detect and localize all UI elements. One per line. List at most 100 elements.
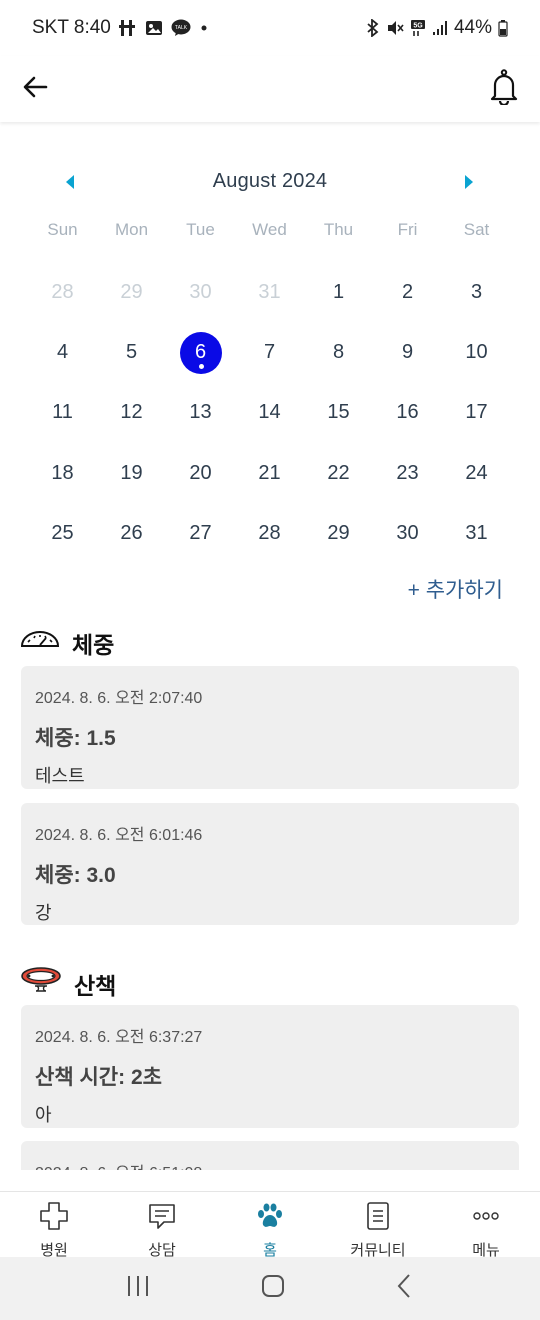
day-number: 30 [189, 281, 211, 304]
walk-title-label: 산책 [74, 973, 117, 999]
prev-month-icon[interactable] [60, 172, 80, 192]
calendar-day-selected[interactable]: 6 [166, 322, 235, 382]
nav-hospital[interactable]: 병원 [0, 1192, 108, 1259]
day-number-text: 23 [396, 461, 419, 484]
day-number-text: 16 [396, 401, 419, 424]
chat-icon [147, 1202, 177, 1234]
calendar-day[interactable]: 18 [28, 443, 97, 503]
weekday-label: Thu [323, 220, 354, 239]
nav-menu[interactable]: 메뉴 [432, 1192, 540, 1259]
walk-record-card[interactable]: 2024. 8. 6. 오전 6:51:08 [21, 1141, 519, 1170]
day-number: 26 [120, 522, 142, 545]
walk-record-card[interactable]: 2024. 8. 6. 오전 6:37:27 산책 시간: 2초 아 [21, 1005, 519, 1128]
calendar-day[interactable]: 14 [235, 383, 304, 443]
battery-percent: 44% [453, 17, 492, 38]
battery-icon [498, 19, 508, 37]
day-number-text: 11 [52, 401, 73, 424]
day-number: 19 [120, 462, 142, 485]
calendar-day[interactable]: 25 [28, 504, 97, 564]
calendar-day[interactable]: 16 [373, 383, 442, 443]
calendar-day[interactable]: 30 [373, 504, 442, 564]
calendar-month-title: August 2024 [212, 169, 328, 192]
day-number: 11 [52, 401, 73, 424]
day-number: 29 [120, 281, 142, 304]
calendar-days-grid: 28 29 30 31 1 2 3 4 5 6 7 8 9 10 11 12 13 14 15 16 17 18 19 20 2… [28, 262, 511, 564]
day-number-text: 2 [401, 280, 414, 303]
calendar-day[interactable]: 26 [97, 504, 166, 564]
weight-record-card[interactable]: 2024. 8. 6. 오전 2:07:40 체중: 1.5 테스트 [21, 666, 519, 789]
main-content[interactable]: August 2024 Sun Mon Tue Wed Thu Fri Sat 28 29 30… [0, 122, 540, 1170]
record-note: 테스트 [35, 766, 85, 786]
calendar-day[interactable]: 24 [442, 443, 511, 503]
calendar-day[interactable]: 3 [442, 262, 511, 322]
weekday-label: Mon [114, 220, 149, 239]
add-record-button[interactable]: + 추가하기 [408, 574, 503, 604]
gallery-notification-icon [145, 19, 163, 37]
day-number: 14 [258, 401, 280, 424]
day-number-text: 15 [327, 401, 350, 424]
weekday-label: Sat [463, 220, 490, 239]
calendar-day[interactable]: 4 [28, 322, 97, 382]
next-month-icon[interactable] [459, 172, 479, 192]
calendar-day[interactable]: 30 [166, 262, 235, 322]
recent-apps-icon[interactable] [125, 1274, 151, 1303]
calendar-day[interactable]: 29 [97, 262, 166, 322]
day-number-text: 6 [194, 341, 207, 364]
calendar-day[interactable]: 20 [166, 443, 235, 503]
calendar-day[interactable]: 1 [304, 262, 373, 322]
nav-consult[interactable]: 상담 [108, 1192, 216, 1259]
calendar-day[interactable]: 27 [166, 504, 235, 564]
day-number: 15 [327, 401, 349, 424]
home-button-icon[interactable] [260, 1273, 286, 1304]
calendar-day[interactable]: 17 [442, 383, 511, 443]
record-note: 아 [35, 1105, 52, 1125]
nav-home[interactable]: 홈 [216, 1192, 324, 1259]
record-value: 체중: 3.0 [35, 864, 116, 887]
day-number-text: 7 [263, 341, 276, 364]
calendar-day[interactable]: 28 [28, 262, 97, 322]
document-icon [363, 1202, 393, 1234]
calendar-day[interactable]: 19 [97, 443, 166, 503]
calendar-day[interactable]: 23 [373, 443, 442, 503]
day-number: 23 [396, 462, 418, 485]
day-number-text: 18 [51, 461, 74, 484]
day-number: 10 [465, 341, 487, 364]
calendar-day[interactable]: 5 [97, 322, 166, 382]
weight-section-title: 체중 [20, 626, 114, 660]
calendar-day[interactable]: 12 [97, 383, 166, 443]
calendar-day[interactable]: 2 [373, 262, 442, 322]
calendar-day[interactable]: 13 [166, 383, 235, 443]
day-number: 4 [57, 341, 68, 364]
calendar-day[interactable]: 28 [235, 504, 304, 564]
calendar-day[interactable]: 7 [235, 322, 304, 382]
calendar-day[interactable]: 29 [304, 504, 373, 564]
day-number: 22 [327, 462, 349, 485]
nav-community[interactable]: 커뮤니티 [324, 1192, 432, 1259]
day-number-text: 17 [465, 401, 488, 424]
calendar-day[interactable]: 11 [28, 383, 97, 443]
notification-bell-icon[interactable] [488, 68, 520, 110]
day-number-text: 21 [258, 461, 281, 484]
calendar-day[interactable]: 15 [304, 383, 373, 443]
day-number: 5 [126, 341, 137, 364]
grid-notification-icon [118, 19, 137, 37]
back-arrow-icon[interactable] [20, 71, 52, 108]
calendar-day[interactable]: 10 [442, 322, 511, 382]
back-button-icon[interactable] [395, 1273, 415, 1304]
calendar-day[interactable]: 8 [304, 322, 373, 382]
day-number-text: 12 [120, 401, 143, 424]
day-number-text: 30 [189, 280, 212, 303]
cell-signal-icon [432, 20, 448, 36]
bluetooth-icon [366, 19, 380, 37]
calendar-day[interactable]: 31 [442, 504, 511, 564]
calendar-day[interactable]: 22 [304, 443, 373, 503]
day-number: 18 [51, 462, 73, 485]
weight-record-card[interactable]: 2024. 8. 6. 오전 6:01:46 체중: 3.0 강 [21, 803, 519, 925]
calendar-day[interactable]: 9 [373, 322, 442, 382]
day-number: 31 [258, 281, 280, 304]
calendar-day[interactable]: 21 [235, 443, 304, 503]
calendar-day[interactable]: 31 [235, 262, 304, 322]
walk-section-title: 산책 [20, 964, 116, 1004]
weekday-label: Sun [47, 220, 78, 239]
calendar-weekdays: Sun Mon Tue Wed Thu Fri Sat [28, 220, 511, 244]
